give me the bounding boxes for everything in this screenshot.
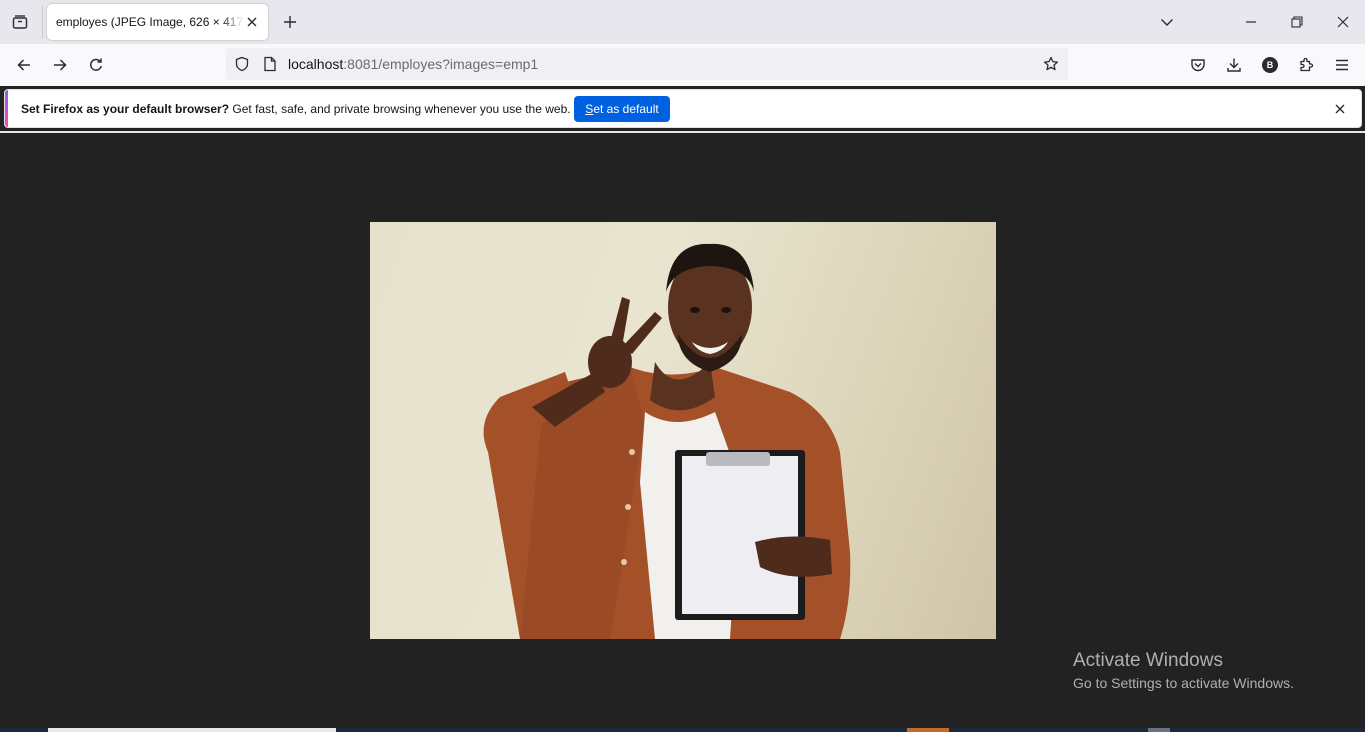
downloads-button[interactable] [1221,52,1247,78]
window-close-icon [1337,16,1349,28]
tabstrip-separator [42,6,43,38]
employee-photo[interactable] [370,222,996,639]
back-arrow-icon [16,57,32,73]
pocket-icon [1190,57,1206,73]
download-icon [1226,57,1242,73]
navigation-toolbar: localhost:8081/employes?images=emp1 B [0,44,1365,86]
tab-close-button[interactable] [243,13,261,31]
close-icon [1335,104,1345,114]
account-icon: B [1262,57,1278,73]
pocket-button[interactable] [1185,52,1211,78]
watermark-subtitle: Go to Settings to activate Windows. [1073,675,1294,691]
image-viewer: Activate Windows Go to Settings to activ… [0,133,1365,732]
minimize-button[interactable] [1237,8,1265,36]
forward-arrow-icon [52,57,68,73]
restore-button[interactable] [1283,8,1311,36]
taskbar-item[interactable] [48,728,336,732]
taskbar-item[interactable] [907,728,949,732]
app-menu-button[interactable] [1329,52,1355,78]
site-info-button[interactable] [260,54,280,74]
tab-active[interactable]: employes (JPEG Image, 626 × 417 pixels) [47,4,268,40]
set-as-default-button[interactable]: Set as default [574,96,670,122]
url-path: :8081/employes?images=emp1 [343,56,539,72]
notification-message: Set Firefox as your default browser? Get… [21,102,571,116]
default-browser-notification: Set Firefox as your default browser? Get… [4,89,1362,128]
url-bar[interactable]: localhost:8081/employes?images=emp1 [226,48,1068,80]
back-button[interactable] [11,52,37,78]
tab-strip: employes (JPEG Image, 626 × 417 pixels) [0,0,1365,44]
plus-icon [283,15,297,29]
person-with-clipboard-photo [483,243,851,639]
taskbar-item[interactable] [1148,728,1170,732]
extensions-button[interactable] [1293,52,1319,78]
activate-windows-watermark: Activate Windows Go to Settings to activ… [1073,650,1294,691]
url-text[interactable]: localhost:8081/employes?images=emp1 [288,56,538,72]
tracking-protection-button[interactable] [232,54,252,74]
watermark-title: Activate Windows [1073,650,1223,671]
account-button[interactable]: B [1257,52,1283,78]
shield-icon [234,56,250,72]
set-as-default-accesskey: S [585,102,594,116]
set-as-default-label: et as default [593,102,659,116]
bookmark-star-button[interactable] [1041,54,1061,74]
chevron-down-icon [1160,15,1174,29]
page-icon [263,56,277,72]
list-all-tabs-button[interactable] [1156,11,1178,33]
minimize-icon [1245,16,1257,28]
new-tab-button[interactable] [279,11,301,33]
tab-title: employes (JPEG Image, 626 × 417 pixels) [56,15,244,29]
notification-text: Get fast, safe, and private browsing whe… [229,102,571,116]
notification-accent [5,90,8,127]
notification-close-button[interactable] [1331,100,1349,118]
star-icon [1043,56,1059,72]
reload-button[interactable] [83,52,109,78]
tab-list-icon [11,13,29,31]
reload-icon [88,57,104,73]
hamburger-menu-icon [1334,57,1350,73]
close-icon [246,16,258,28]
window-close-button[interactable] [1329,8,1357,36]
url-host: localhost [288,56,344,72]
extensions-icon [1298,57,1314,73]
forward-button[interactable] [47,52,73,78]
notification-bold-text: Set Firefox as your default browser? [21,102,230,116]
tab-list-button[interactable] [8,10,32,34]
restore-icon [1291,16,1303,28]
